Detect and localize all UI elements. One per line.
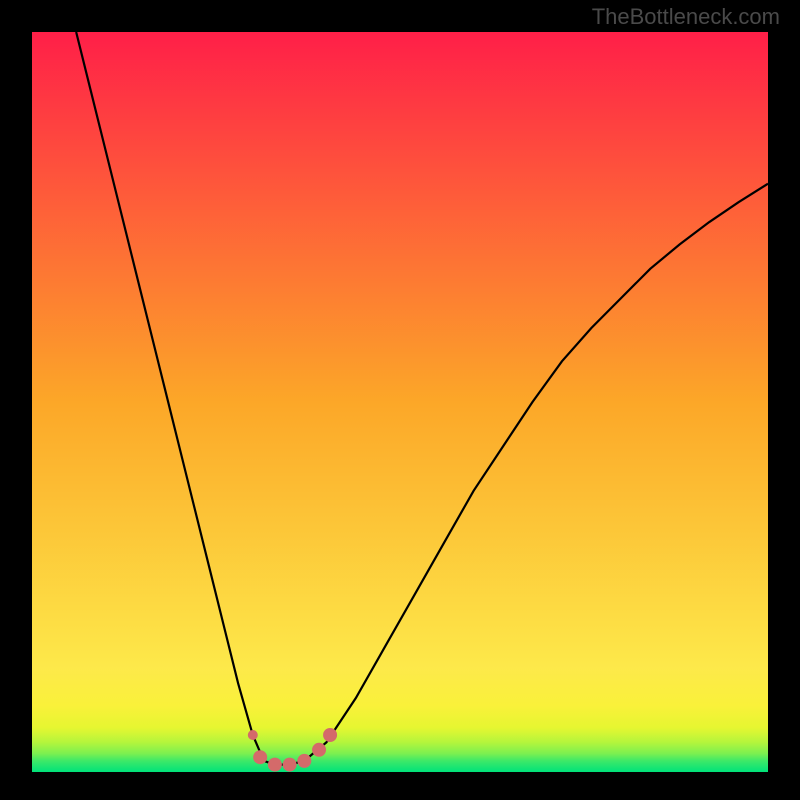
watermark-text: TheBottleneck.com <box>592 4 780 30</box>
highlight-dot <box>312 743 326 757</box>
highlight-dot <box>253 750 267 764</box>
highlight-dot <box>283 758 297 772</box>
highlight-dot <box>297 754 311 768</box>
chart-background <box>32 32 768 772</box>
highlight-dot <box>268 758 282 772</box>
bottleneck-chart <box>32 32 768 772</box>
highlight-dot <box>248 730 258 740</box>
chart-container: { "watermark": "TheBottleneck.com", "cha… <box>0 0 800 800</box>
highlight-dot <box>323 728 337 742</box>
